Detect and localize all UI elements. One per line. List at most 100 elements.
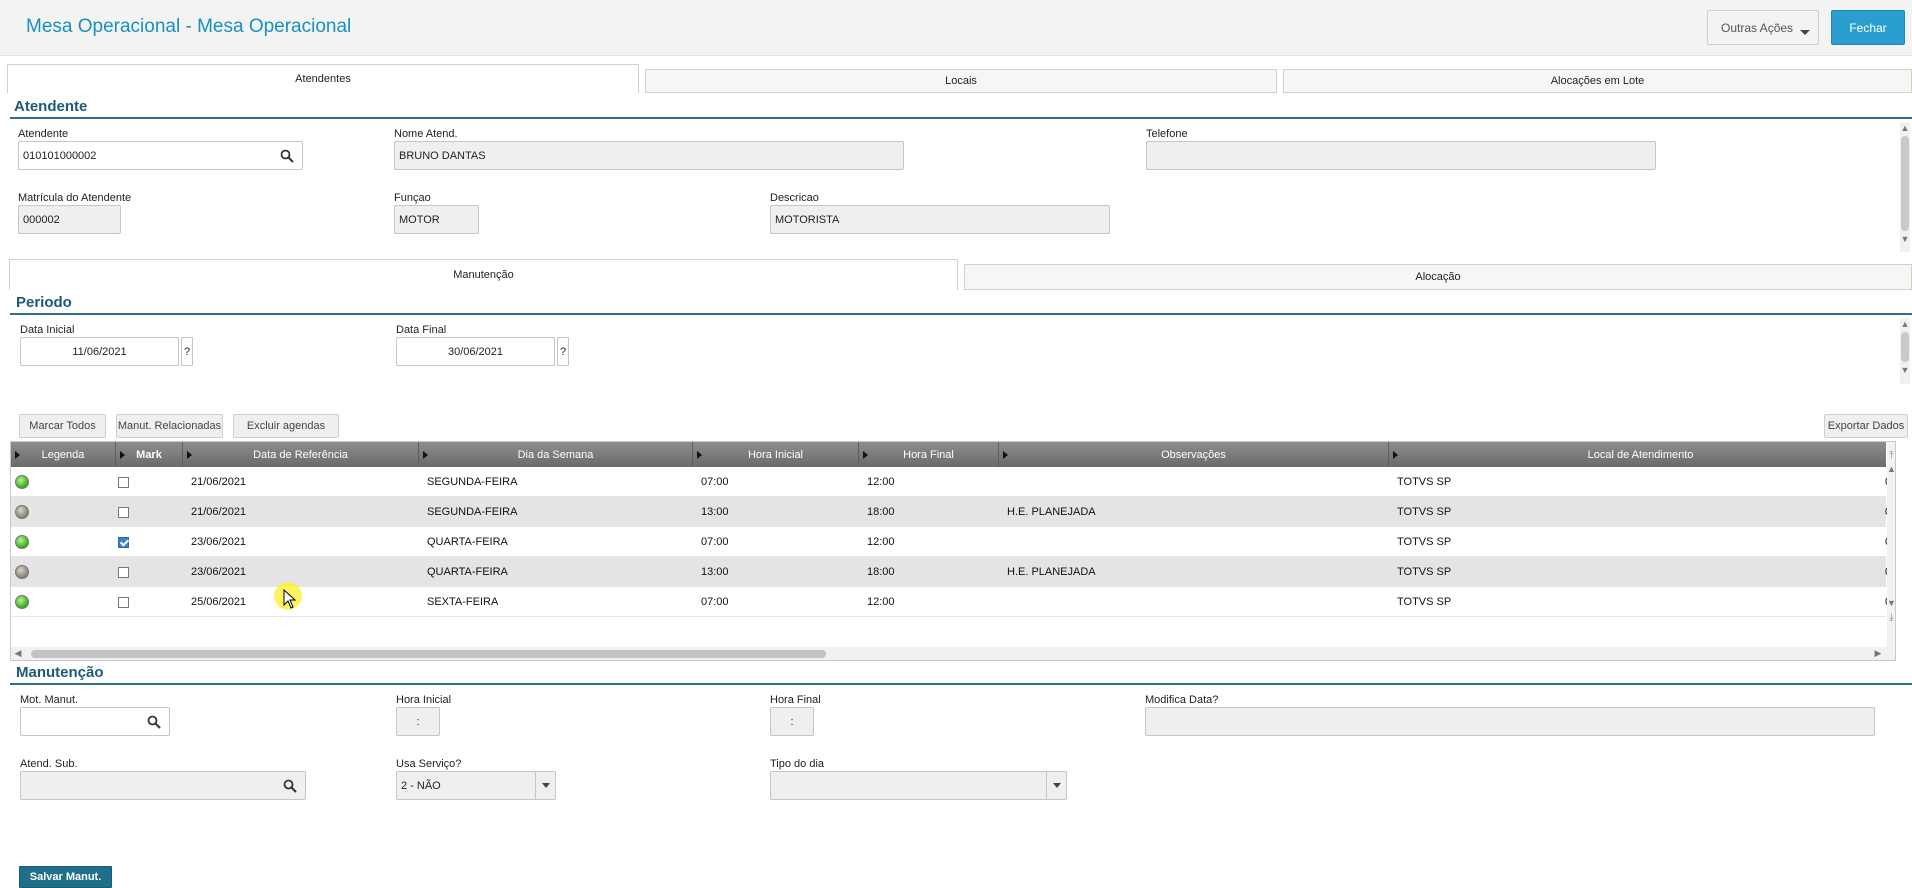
- scroll-right-icon[interactable]: ▶: [1873, 647, 1883, 660]
- data-inicial-help-button[interactable]: ?: [181, 337, 193, 366]
- close-button[interactable]: Fechar: [1831, 10, 1905, 45]
- grid-horizontal-scrollbar[interactable]: ◀ ▶: [11, 647, 1887, 660]
- local-atendimento-cell: TOTVS SP: [1397, 536, 1452, 548]
- data-final-input[interactable]: 30/06/2021: [396, 337, 555, 366]
- tab-alocacoes-lote[interactable]: Alocações em Lote: [1283, 69, 1912, 93]
- nome-atend-field: BRUNO DANTAS: [394, 141, 904, 170]
- section-title-manutencao: Manutenção: [16, 664, 104, 681]
- search-icon[interactable]: [147, 715, 161, 729]
- checkbox-icon[interactable]: [118, 536, 129, 548]
- other-actions-button[interactable]: Outras Ações: [1707, 10, 1819, 45]
- mark-cell[interactable]: [118, 527, 129, 557]
- hora-final-input[interactable]: :: [770, 707, 814, 736]
- column-header-local-atendimento[interactable]: Local de Atendimento: [1389, 442, 1893, 467]
- status-dot-icon: [15, 595, 29, 609]
- mark-all-button[interactable]: Marcar Todos: [19, 414, 106, 438]
- dia-semana-cell: SEXTA-FEIRA: [427, 596, 499, 608]
- funcao-label: Funçao: [394, 192, 431, 204]
- atendente-label: Atendente: [18, 128, 69, 140]
- status-dot-icon: [15, 535, 29, 549]
- hora-final-cell: 18:00: [867, 566, 895, 578]
- table-row[interactable]: 23/06/2021 QUARTA-FEIRA 07:00 12:00 TOTVS SP…: [11, 527, 1895, 557]
- mot-manut-input[interactable]: [20, 707, 170, 736]
- legenda-cell: [15, 557, 29, 587]
- other-actions-label: Outras Ações: [1721, 20, 1794, 35]
- column-header-mark[interactable]: Mark: [116, 442, 183, 467]
- legenda-cell: [15, 467, 29, 497]
- scroll-up-icon[interactable]: ▲: [1887, 462, 1895, 476]
- hora-final-label: Hora Final: [770, 694, 821, 706]
- scroll-up-icon[interactable]: ▲: [1900, 318, 1910, 330]
- tab-alocacao[interactable]: Alocação: [964, 264, 1912, 290]
- scroll-down-icon[interactable]: ▼: [1900, 233, 1910, 245]
- column-header-hora-final[interactable]: Hora Final: [859, 442, 999, 467]
- search-icon[interactable]: [280, 149, 294, 163]
- schedule-grid: Legenda Mark Data de Referência Dia da S…: [10, 441, 1896, 661]
- related-maintenance-button[interactable]: Manut. Relacionadas: [116, 414, 223, 438]
- column-header-observacoes[interactable]: Observações: [999, 442, 1389, 467]
- scroll-down-icon[interactable]: ▼: [1900, 364, 1910, 376]
- section-divider: [10, 683, 1912, 685]
- mark-cell[interactable]: [118, 467, 129, 497]
- status-dot-icon: [15, 505, 29, 519]
- hora-final-cell: 12:00: [867, 596, 895, 608]
- data-inicial-input[interactable]: 11/06/2021: [20, 337, 179, 366]
- atend-sub-label: Atend. Sub.: [20, 758, 78, 770]
- dia-semana-cell: QUARTA-FEIRA: [427, 566, 508, 578]
- scroll-down-icon[interactable]: ▼: [1887, 596, 1895, 610]
- atendente-input[interactable]: 010101000002: [18, 141, 303, 170]
- scroll-bottom-icon[interactable]: ⤓: [1887, 610, 1895, 624]
- scroll-left-icon[interactable]: ◀: [13, 647, 23, 660]
- tab-atendentes[interactable]: Atendentes: [7, 64, 639, 93]
- table-row[interactable]: 21/06/2021 SEGUNDA-FEIRA 07:00 12:00 TOTVS S…: [11, 467, 1895, 497]
- atendente-scrollbar[interactable]: ▲ ▼: [1900, 122, 1910, 252]
- column-header-legenda[interactable]: Legenda: [11, 442, 116, 467]
- column-header-hora-inicial[interactable]: Hora Inicial: [693, 442, 859, 467]
- dia-semana-cell: SEGUNDA-FEIRA: [427, 506, 518, 518]
- export-data-button[interactable]: Exportar Dados: [1824, 414, 1908, 438]
- scroll-track[interactable]: [1887, 476, 1895, 596]
- legenda-cell: [15, 527, 29, 557]
- usa-servico-select[interactable]: 2 - NÃO: [396, 771, 556, 800]
- checkbox-icon[interactable]: [118, 476, 129, 488]
- horizontal-scroll-thumb[interactable]: [31, 650, 826, 658]
- grid-vertical-scrollbar[interactable]: ⤒ ▲ ▼ ⤓: [1887, 442, 1895, 660]
- tab-manutencao[interactable]: Manutenção: [9, 259, 958, 290]
- scroll-thumb[interactable]: [1901, 332, 1909, 362]
- mot-manut-label: Mot. Manut.: [20, 694, 79, 706]
- chevron-down-icon[interactable]: [1046, 772, 1066, 799]
- data-referencia-cell: 21/06/2021: [191, 506, 247, 518]
- modifica-data-field[interactable]: [1145, 707, 1875, 736]
- checkbox-icon[interactable]: [118, 596, 129, 608]
- column-header-data-referencia[interactable]: Data de Referência: [183, 442, 419, 467]
- page-title: Mesa Operacional - Mesa Operacional: [26, 16, 352, 37]
- checkbox-icon[interactable]: [118, 566, 129, 578]
- hora-inicial-cell: 07:00: [701, 476, 729, 488]
- hora-inicial-input[interactable]: :: [396, 707, 440, 736]
- atend-sub-input[interactable]: [20, 771, 306, 800]
- matricula-label: Matrícula do Atendente: [18, 192, 132, 204]
- chevron-down-icon[interactable]: [535, 772, 555, 799]
- scroll-top-icon[interactable]: ⤒: [1887, 448, 1895, 462]
- mark-cell[interactable]: [118, 557, 129, 587]
- descricao-field: MOTORISTA: [770, 205, 1110, 234]
- mark-cell[interactable]: [118, 587, 129, 617]
- observacoes-cell: H.E. PLANEJADA: [1007, 506, 1096, 518]
- matricula-field: 000002: [18, 205, 121, 234]
- scroll-thumb[interactable]: [1901, 136, 1909, 231]
- tipo-dia-select[interactable]: [770, 771, 1067, 800]
- search-icon[interactable]: [283, 779, 297, 793]
- table-row[interactable]: 21/06/2021 SEGUNDA-FEIRA 13:00 18:00 H.E. PL…: [11, 497, 1895, 527]
- column-header-dia-semana[interactable]: Dia da Semana: [419, 442, 693, 467]
- scroll-up-icon[interactable]: ▲: [1900, 122, 1910, 134]
- mark-cell[interactable]: [118, 497, 129, 527]
- periodo-scrollbar[interactable]: ▲ ▼: [1900, 318, 1910, 384]
- section-title-atendente: Atendente: [14, 98, 88, 115]
- tab-locais[interactable]: Locais: [645, 69, 1277, 93]
- local-atendimento-cell: TOTVS SP: [1397, 596, 1452, 608]
- legenda-cell: [15, 497, 29, 527]
- checkbox-icon[interactable]: [118, 506, 129, 518]
- save-maintenance-button[interactable]: Salvar Manut.: [19, 866, 112, 888]
- data-final-help-button[interactable]: ?: [557, 337, 569, 366]
- delete-schedules-button[interactable]: Excluir agendas: [233, 414, 339, 438]
